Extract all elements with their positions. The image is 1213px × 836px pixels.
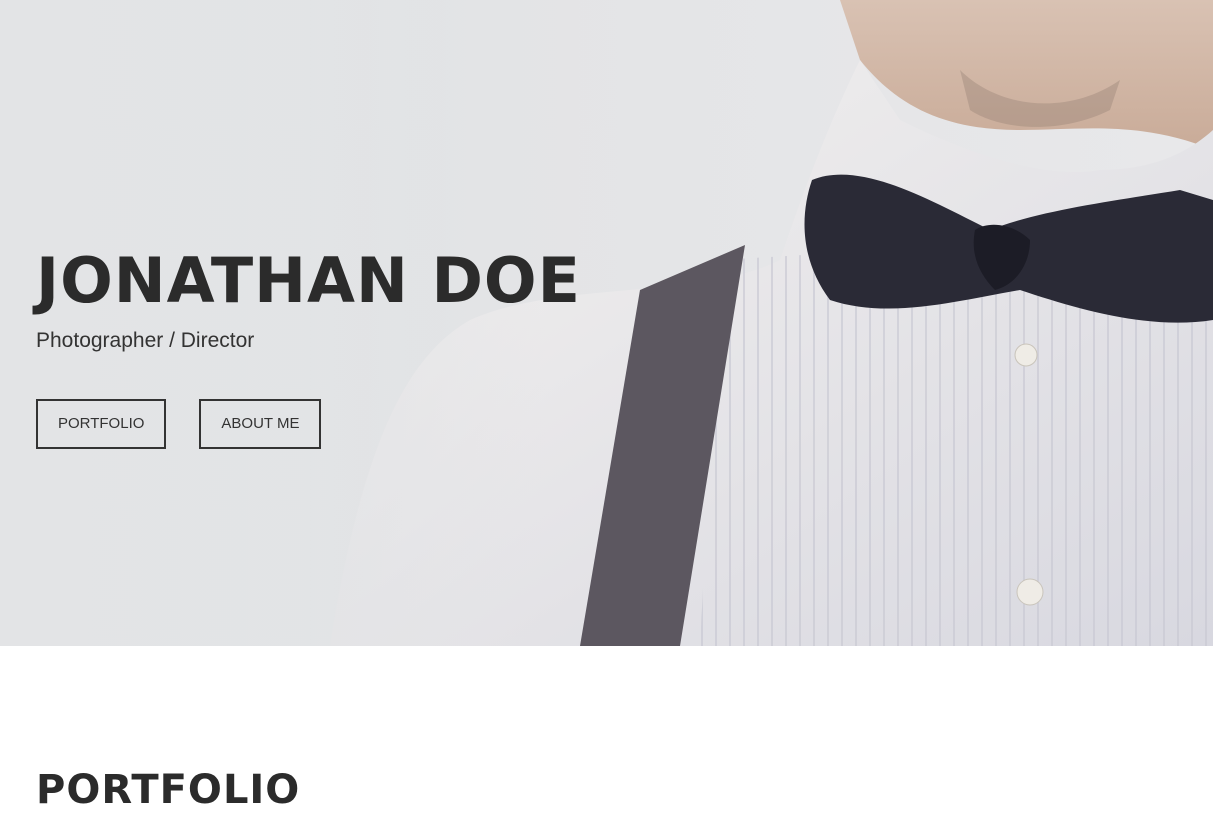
about-me-button[interactable]: ABOUT ME [199,399,322,449]
hero-buttons: PORTFOLIO ABOUT ME [36,399,581,449]
hero-content: JONATHAN DOE Photographer / Director POR… [36,246,581,449]
portfolio-button[interactable]: PORTFOLIO [36,399,167,449]
hero-title: JONATHAN DOE [36,244,581,317]
hero-section: JONATHAN DOE Photographer / Director POR… [0,0,1213,646]
hero-subtitle: Photographer / Director [36,329,255,352]
portfolio-section-title: PORTFOLIO [36,767,301,813]
